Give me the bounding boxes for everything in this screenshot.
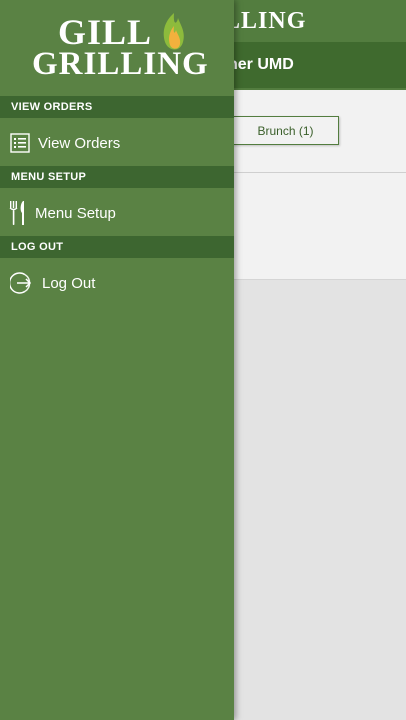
section-header-view-orders: VIEW ORDERS [0,96,234,118]
menu-label-menu-setup: Menu Setup [35,204,116,222]
fork-knife-icon [9,200,27,226]
drawer-logo: GILL GRILLING [0,0,234,96]
menu-item-view-orders[interactable]: View Orders [0,119,234,167]
background-page-title: ner UMD [228,56,294,73]
logout-icon [10,271,34,295]
list-icon [10,133,30,153]
menu-label-view-orders: View Orders [38,134,121,152]
menu-item-menu-setup[interactable]: Menu Setup [0,189,234,237]
menu-label-log-out: Log Out [42,274,96,292]
logo-line1: GILL [58,12,153,52]
logo-line2: GRILLING [32,46,209,82]
navigation-drawer: GILL GRILLING VIEW ORDERS View Orders ME… [0,0,234,720]
section-header-log-out: LOG OUT [0,236,234,258]
tab-brunch[interactable]: Brunch (1) [232,116,339,145]
menu-item-log-out[interactable]: Log Out [0,259,234,307]
background-logo-text: LLING [224,8,307,34]
section-header-menu-setup: MENU SETUP [0,166,234,188]
